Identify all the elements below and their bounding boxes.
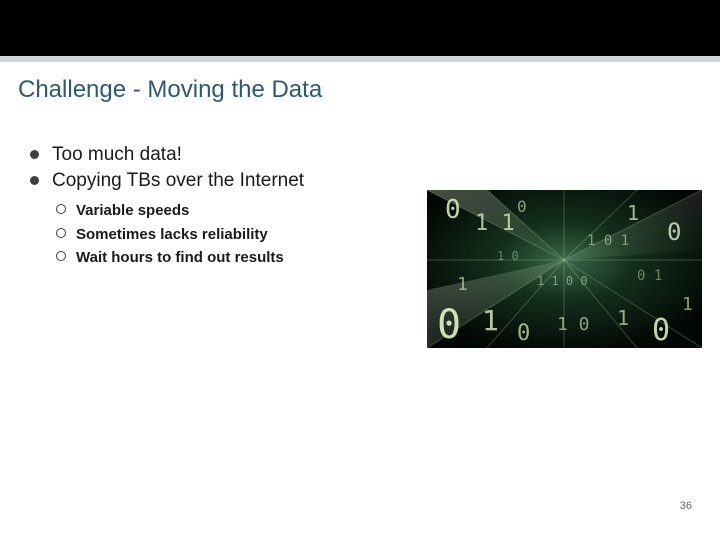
bullet-text: Copying TBs over the Internet [52, 170, 304, 191]
data-stream-image: 0 1 1 0 1 0 1 0 1 1 1 0 0 1 0 1 0 1 0 1 … [427, 190, 702, 348]
svg-text:0: 0 [517, 197, 527, 216]
svg-text:1 0 1: 1 0 1 [587, 233, 629, 249]
sub-bullet-item: Sometimes lacks reliability [56, 223, 407, 246]
svg-text:0: 0 [517, 321, 530, 346]
bullet-list: Too much data! Copying TBs over the Inte… [30, 142, 407, 269]
bullet-item: Too much data! [30, 142, 407, 168]
sub-bullet-text: Wait hours to find out results [76, 249, 284, 266]
sub-bullet-text: Sometimes lacks reliability [76, 226, 268, 243]
bullet-item: Copying TBs over the Internet Variable s… [30, 168, 407, 269]
slide-title: Challenge - Moving the Data [0, 62, 720, 104]
svg-text:0: 0 [652, 313, 670, 348]
text-column: Too much data! Copying TBs over the Inte… [30, 142, 407, 348]
svg-text:1: 1 [457, 274, 468, 295]
sub-bullet-list: Variable speeds Sometimes lacks reliabil… [56, 199, 407, 269]
top-blackbar [0, 0, 720, 56]
content-area: Too much data! Copying TBs over the Inte… [0, 104, 720, 348]
svg-text:0 1: 0 1 [637, 268, 662, 284]
svg-text:1: 1 [627, 201, 639, 225]
svg-text:0: 0 [437, 302, 461, 348]
svg-text:0: 0 [445, 195, 461, 225]
svg-text:1 0: 1 0 [557, 314, 590, 335]
svg-text:1 0: 1 0 [497, 249, 519, 263]
bullet-text: Too much data! [52, 144, 182, 165]
svg-text:1: 1 [482, 304, 499, 337]
page-number: 36 [680, 500, 692, 512]
svg-text:1: 1 [682, 294, 693, 315]
sub-bullet-text: Variable speeds [76, 202, 189, 219]
svg-text:1 1: 1 1 [475, 211, 515, 236]
svg-text:1 1 0 0: 1 1 0 0 [537, 274, 588, 288]
sub-bullet-item: Wait hours to find out results [56, 246, 407, 269]
sub-bullet-item: Variable speeds [56, 199, 407, 222]
svg-text:1: 1 [617, 306, 629, 330]
image-column: 0 1 1 0 1 0 1 0 1 1 1 0 0 1 0 1 0 1 0 1 … [427, 142, 702, 348]
svg-text:0: 0 [667, 218, 681, 246]
